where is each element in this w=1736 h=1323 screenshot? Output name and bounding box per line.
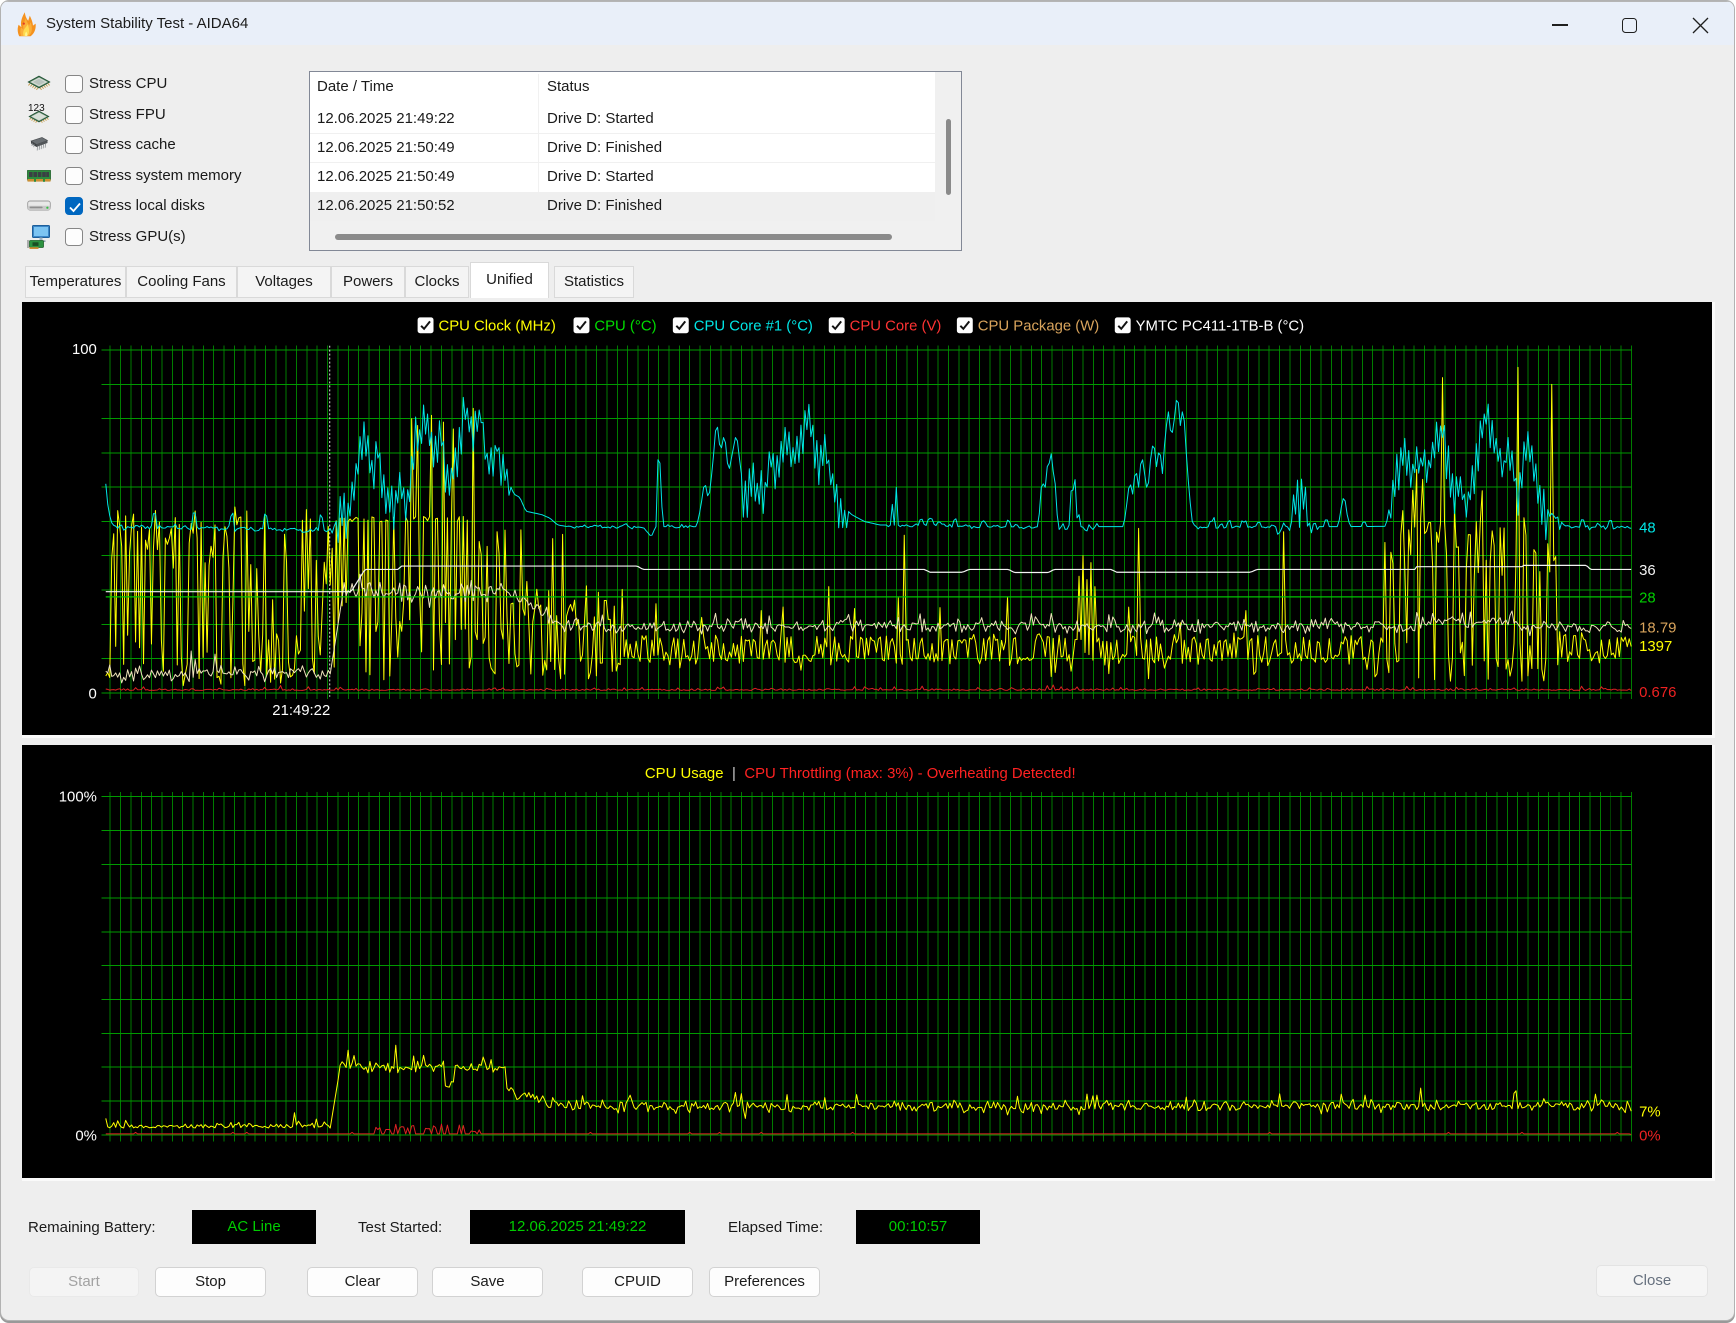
svg-text:100%: 100% (59, 790, 97, 806)
svg-text:100: 100 (72, 342, 97, 358)
svg-text:CPU (°C): CPU (°C) (594, 318, 656, 334)
svg-text:YMTC PC411-1TB-B (°C): YMTC PC411-1TB-B (°C) (1136, 318, 1305, 334)
svg-text:0: 0 (89, 686, 97, 702)
svg-text:CPU Core (V): CPU Core (V) (850, 318, 942, 334)
svg-text:18.79: 18.79 (1639, 621, 1676, 637)
svg-text:CPU Core #1 (°C): CPU Core #1 (°C) (694, 318, 813, 334)
svg-text:CPU Usage: CPU Usage (645, 766, 724, 782)
svg-text:CPU Clock (MHz): CPU Clock (MHz) (438, 318, 555, 334)
svg-text:48: 48 (1639, 520, 1656, 536)
svg-text:0.676: 0.676 (1639, 685, 1676, 701)
svg-text:1397: 1397 (1639, 639, 1672, 655)
svg-text:28: 28 (1639, 590, 1656, 606)
svg-text:21:49:22: 21:49:22 (272, 703, 330, 719)
svg-text:7%: 7% (1639, 1104, 1660, 1120)
svg-text:|: | (732, 766, 736, 782)
svg-text:0%: 0% (75, 1128, 96, 1144)
svg-text:CPU Throttling (max: 3%) - Ove: CPU Throttling (max: 3%) - Overheating D… (744, 766, 1075, 782)
svg-text:0%: 0% (1639, 1128, 1660, 1144)
svg-text:CPU Package (W): CPU Package (W) (978, 318, 1100, 334)
svg-text:36: 36 (1639, 563, 1656, 579)
